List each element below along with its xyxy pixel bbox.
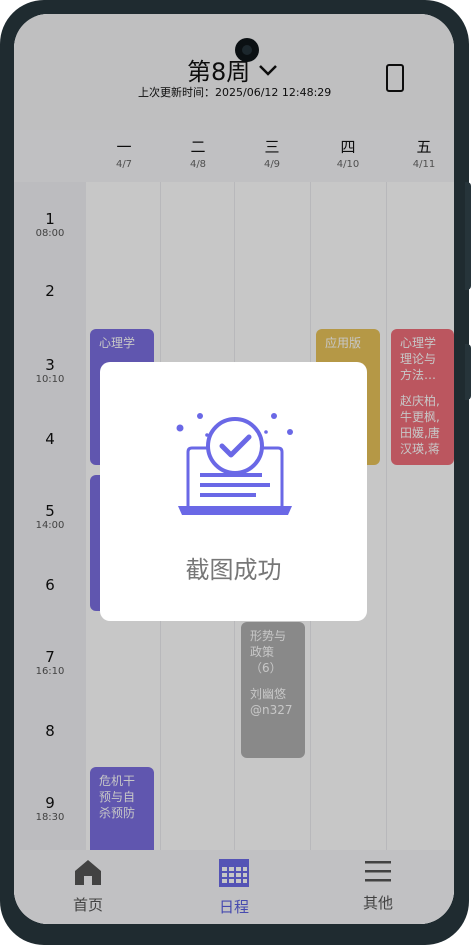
volume-button: [465, 182, 471, 290]
phone-screen: 第8周 上次更新时间：2025/06/12 12:48:29 一 4/7 二 4/8…: [14, 14, 454, 924]
toast-message: 截图成功: [185, 556, 282, 584]
screenshot-success-icon: [176, 413, 293, 515]
power-button: [465, 344, 471, 400]
screenshot-success-toast: 截图成功: [100, 362, 367, 621]
